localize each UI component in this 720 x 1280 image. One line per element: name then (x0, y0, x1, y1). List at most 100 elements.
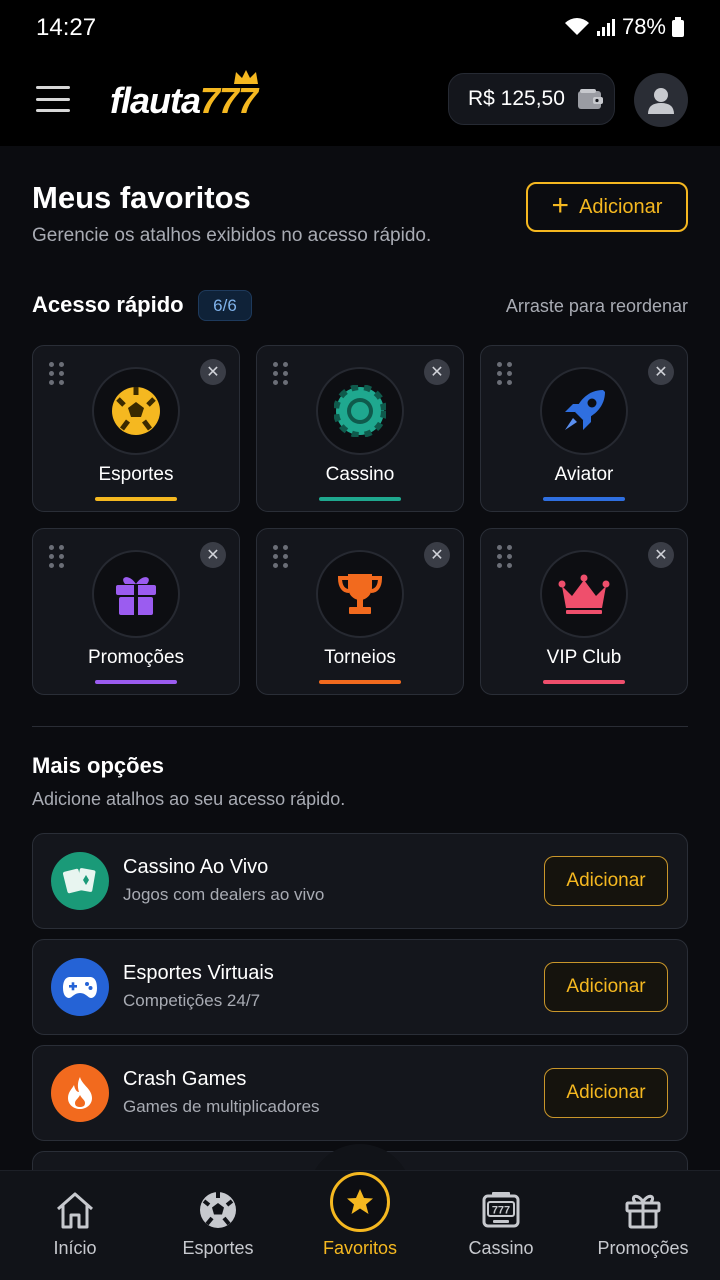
main-content[interactable]: Meus favoritos Gerencie os atalhos exibi… (0, 146, 720, 1170)
nav-inicio[interactable]: Início (3, 1171, 147, 1280)
menu-icon[interactable] (36, 86, 70, 112)
tile-label: Aviator (554, 464, 614, 485)
nav-promocoes[interactable]: Promoções (571, 1171, 715, 1280)
tile-accent-bar (543, 497, 625, 501)
tile-label: Esportes (98, 464, 174, 485)
rocket-icon (565, 390, 605, 430)
reorder-hint: Arraste para reordenar (505, 296, 688, 316)
page-subtitle: Gerencie os atalhos exibidos no acesso r… (32, 225, 432, 246)
remove-icon[interactable]: ✕ (200, 359, 226, 385)
tile-icon-circle (92, 550, 180, 638)
option-description: Jogos com dealers ao vivo (123, 885, 325, 904)
quick-tile-cassino[interactable]: ✕ Cassino (256, 345, 464, 512)
option-name: Esportes Virtuais (123, 962, 274, 984)
option-description: Games de multiplicadores (123, 1097, 320, 1116)
remove-icon[interactable]: ✕ (648, 359, 674, 385)
nav-label: Favoritos (322, 1238, 398, 1258)
option-name: Cassino Ao Vivo (123, 856, 269, 878)
balance-amount: R$ 125,50 (468, 87, 565, 110)
quick-tile-promocoes[interactable]: ✕ Promoções (32, 528, 240, 695)
status-bar: 14:27 78% (0, 0, 720, 56)
wallet-balance[interactable]: R$ 125,50 (448, 73, 615, 125)
wallet-icon (577, 89, 603, 109)
logo-numbers: 777 (200, 80, 258, 121)
wifi-icon (564, 18, 589, 35)
avatar[interactable] (634, 73, 688, 127)
quick-tile-torneios[interactable]: ✕ Torneios (256, 528, 464, 695)
drag-handle-icon[interactable] (49, 362, 65, 385)
option-description: Competições 24/7 (123, 991, 261, 1010)
quick-tile-vip-club[interactable]: ✕ VIP Club (480, 528, 688, 695)
page-title: Meus favoritos (32, 180, 251, 215)
status-icons: 78% (564, 14, 684, 40)
svg-text:777: 777 (492, 1205, 510, 1217)
tile-icon-circle (92, 367, 180, 455)
casino-chip-icon (334, 385, 386, 437)
option-name: Crash Games (123, 1068, 247, 1090)
drag-handle-icon[interactable] (497, 362, 513, 385)
drag-handle-icon[interactable] (49, 545, 65, 568)
home-icon (57, 1192, 93, 1229)
remove-icon[interactable]: ✕ (424, 359, 450, 385)
user-icon (648, 88, 674, 114)
add-option-button[interactable]: Adicionar (544, 856, 668, 906)
nav-label: Início (53, 1238, 97, 1258)
soccer-ball-icon (200, 1192, 236, 1228)
nav-esportes[interactable]: Esportes (146, 1171, 290, 1280)
logo-text: flauta (110, 80, 201, 121)
tile-label: Promoções (87, 647, 185, 668)
option-crash-games: Crash Games Games de multiplicadores Adi… (32, 1045, 688, 1141)
tile-icon-circle (540, 550, 628, 638)
add-option-button[interactable]: Adicionar (544, 1068, 668, 1118)
nav-cassino[interactable]: 777 Cassino (429, 1171, 573, 1280)
tile-accent-bar (95, 497, 177, 501)
trophy-icon (337, 574, 383, 614)
logo-crown-icon (234, 70, 258, 84)
battery-icon (672, 17, 684, 37)
gamepad-icon (51, 958, 109, 1016)
quick-access-title: Acesso rápido (32, 292, 184, 317)
gift-icon (116, 577, 156, 615)
nav-label: Cassino (468, 1238, 534, 1258)
tile-icon-circle (316, 367, 404, 455)
drag-handle-icon[interactable] (273, 362, 289, 385)
quick-access-count: 6/6 (198, 290, 252, 321)
nav-favoritos-button[interactable] (330, 1172, 390, 1232)
option-cassino-ao-vivo: Cassino Ao Vivo Jogos com dealers ao viv… (32, 833, 688, 929)
tile-icon-circle (540, 367, 628, 455)
tile-icon-circle (316, 550, 404, 638)
plus-icon: + (551, 188, 570, 222)
remove-icon[interactable]: ✕ (200, 542, 226, 568)
nav-label: Promoções (597, 1238, 689, 1258)
tile-accent-bar (319, 680, 401, 684)
add-favorite-button[interactable]: + Adicionar (526, 182, 688, 232)
more-options-subtitle: Adicione atalhos ao seu acesso rápido. (32, 789, 346, 809)
drag-handle-icon[interactable] (273, 545, 289, 568)
fire-icon (51, 1064, 109, 1122)
remove-icon[interactable]: ✕ (424, 542, 450, 568)
section-divider (32, 726, 688, 727)
tile-accent-bar (543, 680, 625, 684)
playing-cards-icon (51, 852, 109, 910)
nav-label: Esportes (182, 1238, 254, 1258)
quick-tile-esportes[interactable]: ✕ Esportes (32, 345, 240, 512)
tile-label: Torneios (324, 647, 396, 668)
remove-icon[interactable]: ✕ (648, 542, 674, 568)
battery-percent: 78% (621, 14, 666, 39)
option-esportes-virtuais: Esportes Virtuais Competições 24/7 Adici… (32, 939, 688, 1035)
gift-icon (625, 1194, 661, 1229)
signal-icon (596, 19, 615, 36)
drag-handle-icon[interactable] (497, 545, 513, 568)
app-header: flauta777 R$ 125,50 (0, 56, 720, 146)
slot-machine-icon: 777 (482, 1192, 520, 1228)
quick-access-grid: ✕ Esportes ✕ Cassino ✕ Aviator ✕ Promoçõ… (32, 345, 688, 695)
soccer-ball-icon (112, 387, 160, 435)
quick-tile-aviator[interactable]: ✕ Aviator (480, 345, 688, 512)
tile-label: Cassino (325, 464, 395, 485)
status-time: 14:27 (36, 14, 97, 41)
more-options-title: Mais opções (32, 753, 165, 778)
add-favorite-label: Adicionar (579, 195, 663, 218)
add-option-button[interactable]: Adicionar (544, 962, 668, 1012)
tile-accent-bar (95, 680, 177, 684)
tile-accent-bar (319, 497, 401, 501)
